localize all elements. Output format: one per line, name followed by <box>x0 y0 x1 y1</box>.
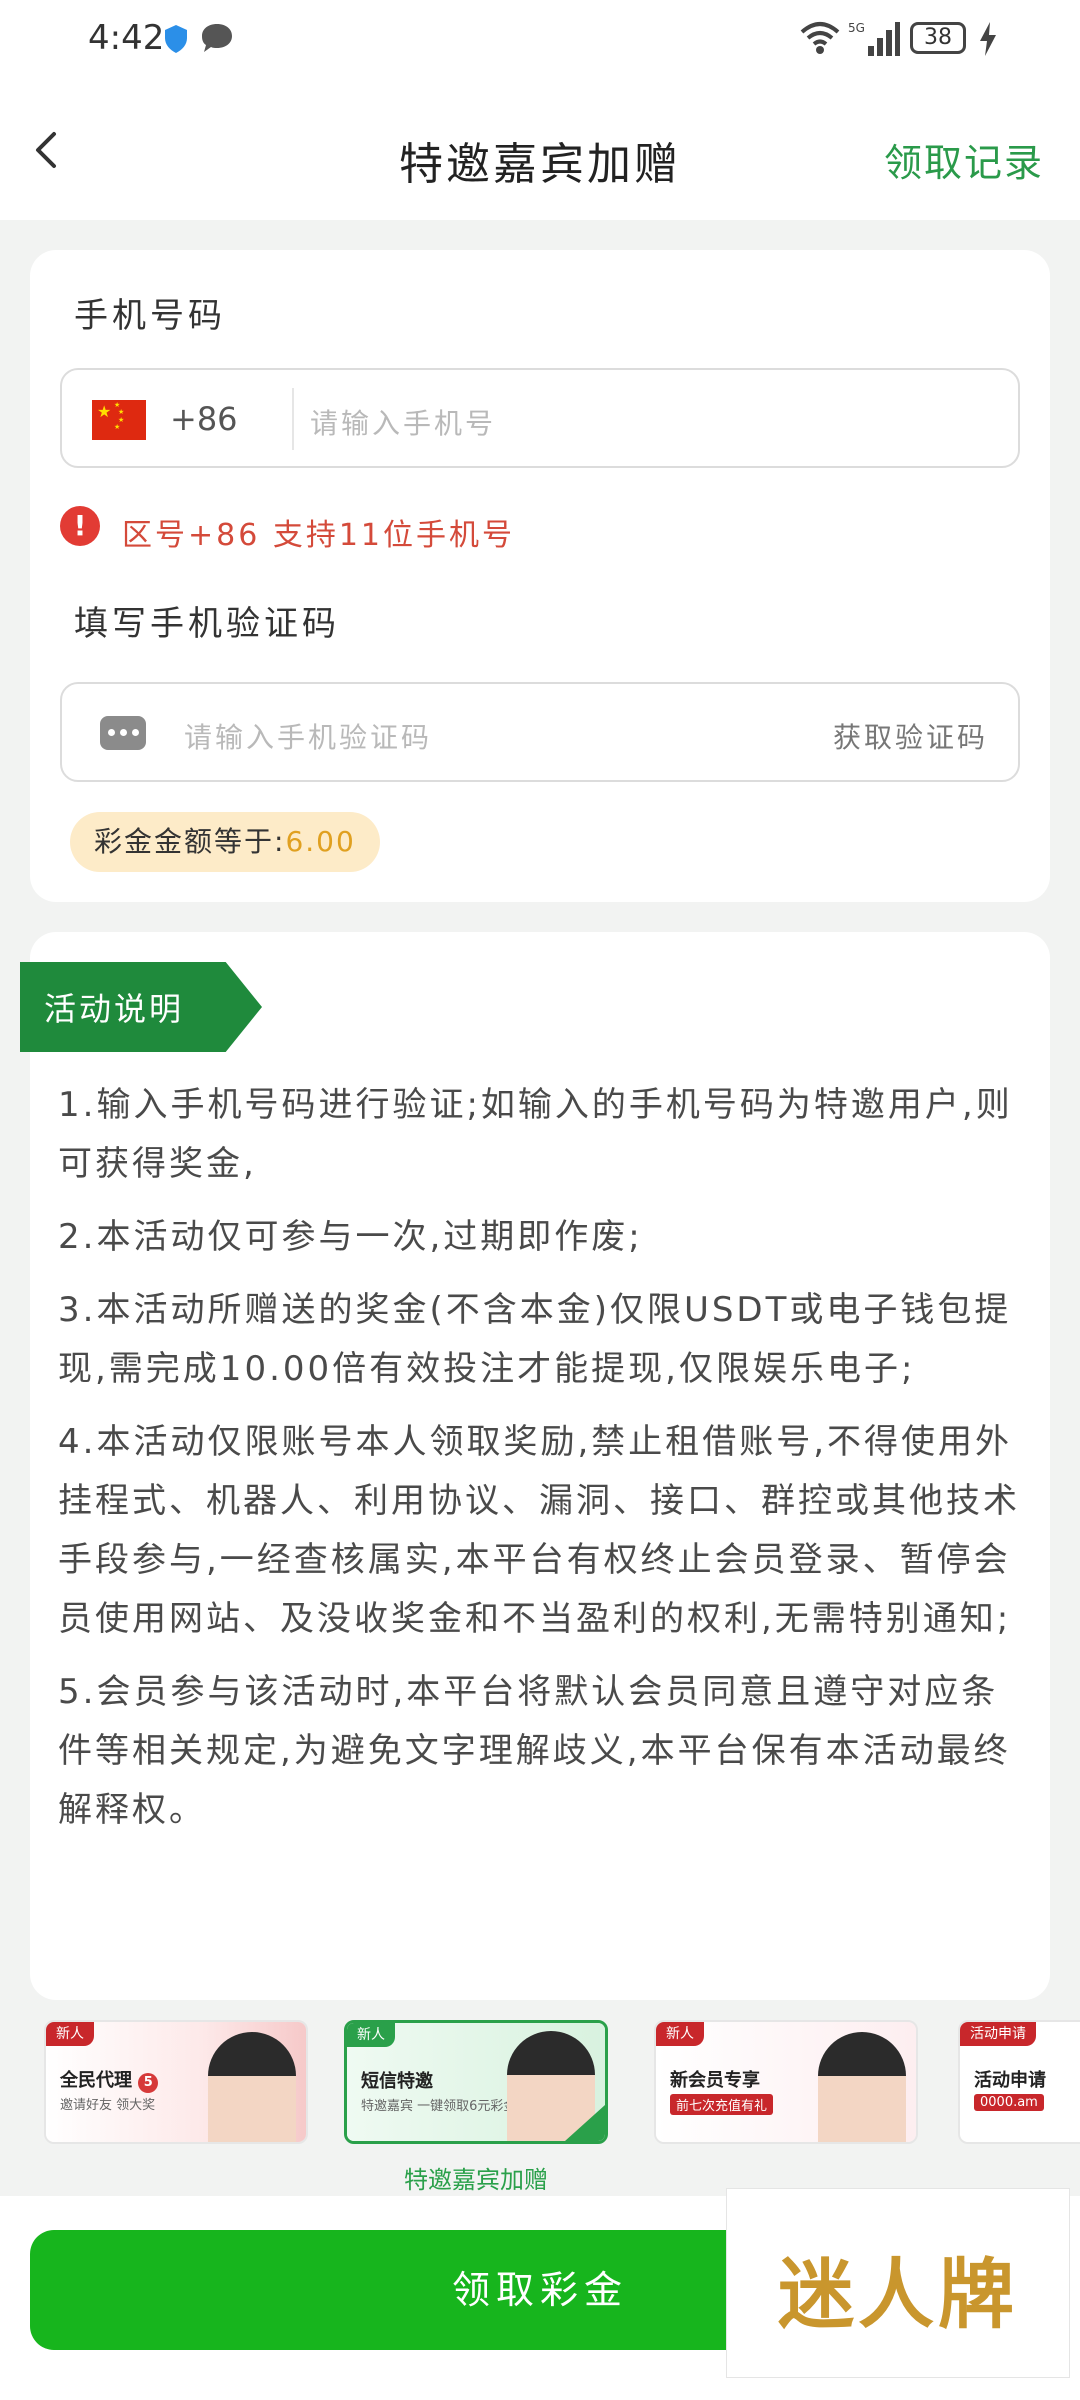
banner-title: 全民代理 5 <box>60 2066 159 2093</box>
rule-item: 2.本活动仅可参与一次,过期即作废; <box>58 1217 643 1257</box>
bonus-amount-badge: 彩金金额等于:6.00 <box>70 812 380 872</box>
wifi-icon <box>800 22 840 54</box>
cellular-signal-icon: 5G <box>848 21 900 56</box>
banner-model-image <box>208 2032 296 2142</box>
banner-tag: 新人 <box>347 2023 395 2047</box>
amount-label: 彩金金额等于: <box>94 825 286 858</box>
sms-code-field[interactable]: 请输入手机验证码 获取验证码 <box>60 682 1020 782</box>
get-code-button[interactable]: 获取验证码 <box>833 716 988 756</box>
rule-item: 1.输入手机号码进行验证;如输入的手机号码为特邀用户,则可获得奖金, <box>58 1085 1013 1184</box>
rule-item: 5.会员参与该活动时,本平台将默认会员同意且遵守对应条件等相关规定,为避免文字理… <box>58 1672 1011 1830</box>
svg-text:5G: 5G <box>848 21 865 35</box>
rules-list: 1.输入手机号码进行验证;如输入的手机号码为特邀用户,则可获得奖金, 2.本活动… <box>58 1076 1028 1854</box>
rule-item: 4.本活动仅限账号本人领取奖励,禁止租借账号,不得使用外挂程式、机器人、利用协议… <box>58 1422 1020 1639</box>
shield-icon <box>165 25 187 53</box>
banner-subtitle: 特邀嘉宾 一键领取6元彩金 <box>361 2099 517 2114</box>
chat-bubble-icon <box>202 24 232 52</box>
field-divider <box>292 388 294 450</box>
banner-agent[interactable]: 新人 全民代理 5 邀请好友 领大奖 <box>44 2020 308 2144</box>
banner-title: 新会员专享 <box>670 2070 760 2091</box>
banner-new-member[interactable]: 新人 新会员专享 前七次充值有礼 <box>654 2020 918 2144</box>
page-header: 特邀嘉宾加赠 领取记录 <box>0 80 1080 220</box>
warning-text: 区号+86 支持11位手机号 <box>122 518 516 553</box>
banner-activity-apply[interactable]: 活动申请 活动申请 0000.am <box>958 2020 1080 2144</box>
phone-field[interactable]: ★ ★ ★ ★ ★ +86 请输入手机号 <box>60 368 1020 468</box>
banner-title: 活动申请 <box>974 2070 1046 2091</box>
rule-item: 3.本活动所赠送的奖金(不含本金)仅限USDT或电子钱包提现,需完成10.00倍… <box>58 1290 1012 1389</box>
phone-input[interactable]: 请输入手机号 <box>310 402 496 442</box>
banner-subtitle: 0000.am <box>974 2094 1044 2111</box>
amount-value: 6.00 <box>285 825 356 858</box>
banner-tag: 新人 <box>656 2022 704 2046</box>
sms-label: 填写手机验证码 <box>74 604 340 644</box>
verification-form-card: 手机号码 ★ ★ ★ ★ ★ +86 请输入手机号 ! 区号+86 支持11位手… <box>30 250 1050 902</box>
banner-tag: 活动申请 <box>960 2022 1036 2046</box>
charging-bolt-icon <box>980 22 996 56</box>
rules-title: 活动说明 <box>44 990 185 1028</box>
china-flag-icon: ★ ★ ★ ★ ★ <box>92 400 146 440</box>
banner-title: 短信特邀 <box>361 2071 433 2092</box>
status-time: 4:42 <box>88 18 165 58</box>
activity-rules-card: 活动说明 1.输入手机号码进行验证;如输入的手机号码为特邀用户,则可获得奖金, … <box>20 932 1050 2000</box>
battery-icon: 38 <box>910 22 966 54</box>
banner-sms-invite[interactable]: 新人 短信特邀 特邀嘉宾 一键领取6元彩金 <box>344 2020 608 2144</box>
status-bar: 4:42 5G 38 <box>0 0 1080 80</box>
banner-model-image <box>818 2032 906 2142</box>
rules-ribbon: 活动说明 <box>20 962 262 1052</box>
watermark-text: 迷人牌 <box>778 2250 1018 2339</box>
message-dots-icon <box>100 716 146 750</box>
banner-tag: 新人 <box>46 2022 94 2046</box>
sms-code-input[interactable]: 请输入手机验证码 <box>184 716 432 756</box>
banner-model-image <box>507 2031 595 2141</box>
promo-banner-strip: 新人 全民代理 5 邀请好友 领大奖 新人 短信特邀 特邀嘉宾 一键领取6元彩金… <box>0 2020 1080 2200</box>
claim-records-link[interactable]: 领取记录 <box>884 132 1044 187</box>
banner-subtitle: 邀请好友 领大奖 <box>60 2098 156 2113</box>
phone-warning: ! 区号+86 支持11位手机号 <box>60 502 1040 558</box>
banner-caption: 特邀嘉宾加赠 <box>404 2166 548 2194</box>
exclamation-icon: ! <box>60 506 100 546</box>
watermark-logo: 迷人牌 <box>726 2188 1070 2378</box>
phone-label: 手机号码 <box>74 296 226 336</box>
country-code-select[interactable]: +86 <box>170 400 238 438</box>
banner-badge: 5 <box>138 2073 159 2093</box>
banner-subtitle: 前七次充值有礼 <box>670 2094 774 2115</box>
